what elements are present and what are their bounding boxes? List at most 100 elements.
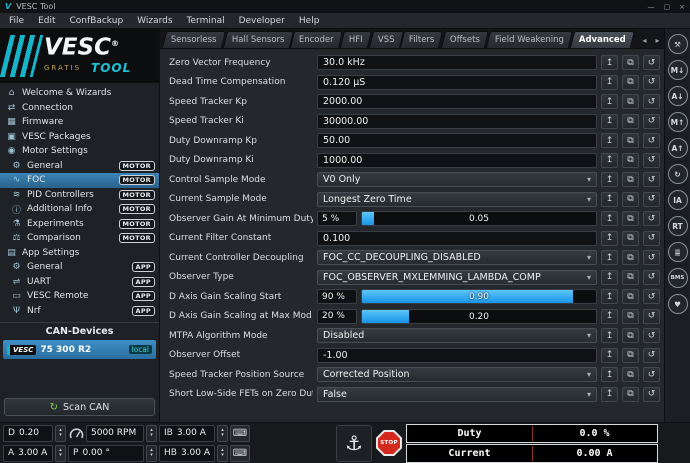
restore-default-button[interactable]: ↺: [643, 250, 660, 265]
sidebar-item-experiments[interactable]: ⚗ Experiments MOTOR: [0, 217, 159, 232]
copy-value-button[interactable]: ⧉: [622, 192, 639, 207]
stepper-control[interactable]: ▴▾: [146, 425, 157, 442]
menu-file[interactable]: File: [2, 16, 31, 26]
rt-data-icon[interactable]: RT: [668, 216, 688, 236]
imu-icon[interactable]: IA: [668, 190, 688, 210]
param-spinbox[interactable]: 1000.00: [317, 153, 597, 168]
copy-value-button[interactable]: ⧉: [622, 114, 639, 129]
write-value-button[interactable]: ↥: [601, 94, 618, 109]
tab-offsets[interactable]: Offsets: [441, 31, 489, 48]
copy-value-button[interactable]: ⧉: [622, 172, 639, 187]
sidebar-item-motor-settings[interactable]: ◉ Motor Settings: [0, 144, 159, 159]
write-value-button[interactable]: ↥: [601, 75, 618, 90]
param-spinbox[interactable]: 2000.00: [317, 94, 597, 109]
sidebar-item-app-settings[interactable]: ▤ App Settings: [0, 246, 159, 261]
sidebar-item-vesc-remote[interactable]: ▭ VESC Remote APP: [0, 289, 159, 304]
menu-developer[interactable]: Developer: [232, 16, 292, 26]
sidebar-item-welcome-wizards[interactable]: ⌂ Welcome & Wizards: [0, 86, 159, 101]
param-dropdown[interactable]: Disabled ▾: [317, 328, 597, 343]
copy-value-button[interactable]: ⧉: [622, 94, 639, 109]
param-spinbox[interactable]: 30.0 kHz: [317, 55, 597, 70]
tab-hall-sensors[interactable]: Hall Sensors: [222, 31, 293, 48]
tab-vss[interactable]: VSS: [369, 31, 404, 48]
write-value-button[interactable]: ↥: [601, 55, 618, 70]
sidebar-item-additional-info[interactable]: ⓘ Additional Info MOTOR: [0, 202, 159, 217]
write-value-button[interactable]: ↥: [601, 211, 618, 226]
param-dropdown[interactable]: False ▾: [317, 387, 597, 402]
sidebar-item-firmware[interactable]: ▦ Firmware: [0, 115, 159, 130]
write-value-button[interactable]: ↥: [601, 133, 618, 148]
copy-value-button[interactable]: ⧉: [622, 367, 639, 382]
param-spinbox[interactable]: 50.00: [317, 133, 597, 148]
restore-default-button[interactable]: ↺: [643, 55, 660, 70]
param-dropdown[interactable]: Longest Zero Time ▾: [317, 192, 597, 207]
restore-default-button[interactable]: ↺: [643, 328, 660, 343]
copy-value-button[interactable]: ⧉: [622, 270, 639, 285]
param-percent-box[interactable]: 90 %: [317, 289, 357, 304]
copy-value-button[interactable]: ⧉: [622, 231, 639, 246]
restore-default-button[interactable]: ↺: [643, 270, 660, 285]
restore-default-button[interactable]: ↺: [643, 114, 660, 129]
restore-default-button[interactable]: ↺: [643, 133, 660, 148]
wrench-icon[interactable]: ⚒: [668, 34, 688, 54]
status-field-rpm[interactable]: 5000 RPM: [86, 425, 144, 442]
param-percent-box[interactable]: 5 %: [317, 211, 357, 226]
copy-value-button[interactable]: ⧉: [622, 133, 639, 148]
copy-value-button[interactable]: ⧉: [622, 75, 639, 90]
tab-advanced[interactable]: Advanced: [570, 31, 635, 48]
copy-value-button[interactable]: ⧉: [622, 348, 639, 363]
restore-default-button[interactable]: ↺: [643, 75, 660, 90]
tab-filters[interactable]: Filters: [400, 31, 444, 48]
sidebar-item-connection[interactable]: ⇄ Connection: [0, 101, 159, 116]
param-dropdown[interactable]: V0 Only ▾: [317, 172, 597, 187]
param-slider[interactable]: 0.90: [361, 289, 597, 304]
scan-can-button[interactable]: ↻ Scan CAN: [4, 398, 155, 416]
write-value-button[interactable]: ↥: [601, 348, 618, 363]
stepper-control[interactable]: ▴▾: [146, 445, 157, 462]
close-button[interactable]: ×: [679, 3, 685, 11]
tab-encoder[interactable]: Encoder: [290, 31, 343, 48]
restore-default-button[interactable]: ↺: [643, 172, 660, 187]
stepper-control[interactable]: ▴▾: [55, 425, 66, 442]
tab-hfi[interactable]: HFI: [340, 31, 372, 48]
status-field-position[interactable]: P 0.00 °: [68, 445, 144, 462]
write-value-button[interactable]: ↥: [601, 309, 618, 324]
param-percent-box[interactable]: 20 %: [317, 309, 357, 324]
restore-default-button[interactable]: ↺: [643, 309, 660, 324]
copy-value-button[interactable]: ⧉: [622, 387, 639, 402]
tab-field-weakening[interactable]: Field Weakening: [486, 31, 573, 48]
restore-default-button[interactable]: ↺: [643, 192, 660, 207]
tab-scroll-left-icon[interactable]: ◂: [638, 32, 651, 48]
write-value-button[interactable]: ↥: [601, 231, 618, 246]
write-value-button[interactable]: ↥: [601, 172, 618, 187]
can-device-item[interactable]: VESC 75 300 R2 local: [3, 340, 156, 359]
restore-default-button[interactable]: ↺: [643, 348, 660, 363]
sidebar-item-comparison[interactable]: ⚖ Comparison MOTOR: [0, 231, 159, 246]
stop-button[interactable]: STOP: [375, 425, 403, 462]
restore-default-button[interactable]: ↺: [643, 94, 660, 109]
maximize-button[interactable]: ▢: [664, 3, 671, 11]
stepper-control[interactable]: ▴▾: [217, 425, 228, 442]
write-value-button[interactable]: ↥: [601, 367, 618, 382]
restore-default-button[interactable]: ↺: [643, 367, 660, 382]
write-app-config-icon[interactable]: A↑: [668, 138, 688, 158]
bms-icon[interactable]: BMS: [668, 268, 688, 288]
sidebar-item-motor-general[interactable]: ⚙ General MOTOR: [0, 159, 159, 174]
param-spinbox[interactable]: 0.120 µS: [317, 75, 597, 90]
param-slider[interactable]: 0.05: [361, 211, 597, 226]
copy-value-button[interactable]: ⧉: [622, 250, 639, 265]
menu-wizards[interactable]: Wizards: [130, 16, 179, 26]
param-spinbox[interactable]: 30000.00: [317, 114, 597, 129]
write-value-button[interactable]: ↥: [601, 289, 618, 304]
sidebar-item-vesc-packages[interactable]: ▣ VESC Packages: [0, 130, 159, 145]
write-motor-config-icon[interactable]: M↑: [668, 112, 688, 132]
tab-scroll-right-icon[interactable]: ▸: [651, 32, 664, 48]
stepper-control[interactable]: ▴▾: [217, 445, 228, 462]
param-spinbox[interactable]: -1.00: [317, 348, 597, 363]
param-spinbox[interactable]: 0.100: [317, 231, 597, 246]
reboot-icon[interactable]: ↻: [668, 164, 688, 184]
keyboard-icon[interactable]: ⌨: [230, 445, 250, 462]
restore-default-button[interactable]: ↺: [643, 231, 660, 246]
read-motor-config-icon[interactable]: M↓: [668, 60, 688, 80]
sidebar-item-pid-controllers[interactable]: ≋ PID Controllers MOTOR: [0, 188, 159, 203]
